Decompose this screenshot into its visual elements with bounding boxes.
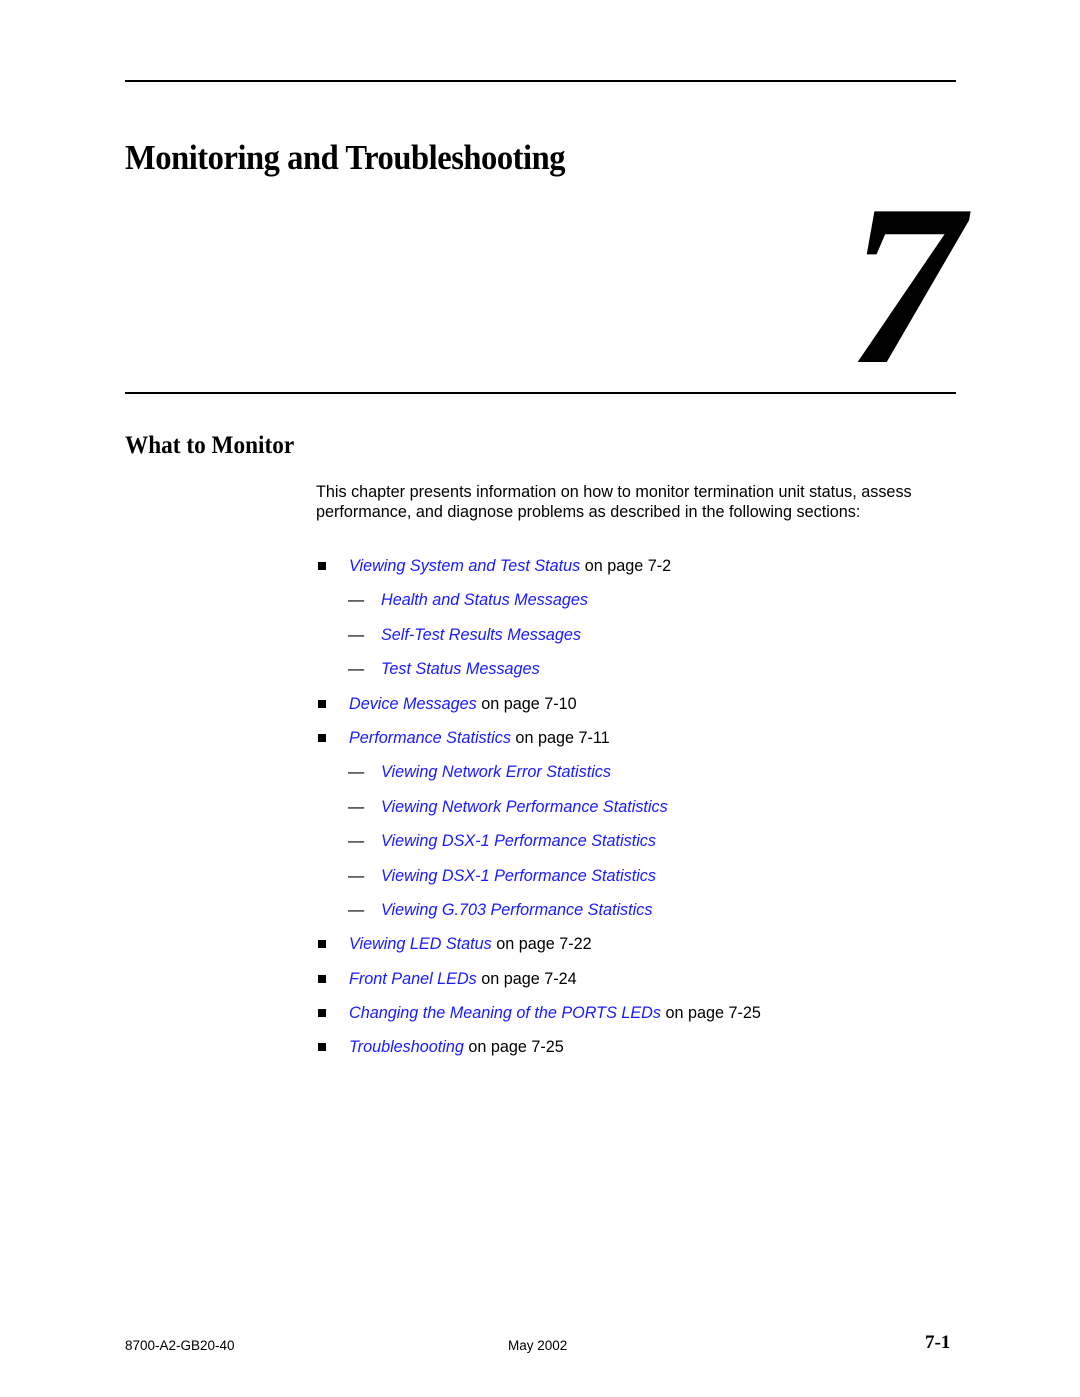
chapter-number: 7 <box>848 157 963 412</box>
intro-paragraph: This chapter presents information on how… <box>316 483 912 521</box>
em-dash-icon: — <box>348 900 365 919</box>
publication-date: May 2002 <box>508 1338 568 1353</box>
page-reference: on page 7-2 <box>580 557 672 575</box>
square-bullet-icon <box>318 733 326 742</box>
page-number: 7-1 <box>925 1332 951 1353</box>
toc-link[interactable]: Device Messages <box>349 695 477 713</box>
toc-entry-text: Performance Statistics on page 7-11 <box>349 728 610 748</box>
em-dash-icon: — <box>348 660 365 679</box>
toc-link[interactable]: Viewing Network Error Statistics <box>381 763 611 781</box>
toc-link[interactable]: Performance Statistics <box>349 729 511 747</box>
toc-entry-text: Viewing DSX-1 Performance Statistics <box>381 866 656 886</box>
em-dash-icon: — <box>348 797 365 816</box>
square-bullet-icon <box>318 1009 326 1018</box>
toc-entry-text: Device Messages on page 7-10 <box>349 694 577 714</box>
toc-link[interactable]: Front Panel LEDs <box>349 970 477 988</box>
top-rule <box>125 80 956 82</box>
section-title: What to Monitor <box>125 432 295 459</box>
toc-link[interactable]: Viewing G.703 Performance Statistics <box>381 901 652 919</box>
toc-link[interactable]: Viewing DSX-1 Performance Statistics <box>381 832 656 850</box>
toc-link[interactable]: Viewing System and Test Status <box>349 557 580 575</box>
page-reference: on page 7-11 <box>510 728 610 747</box>
toc-link[interactable]: Health and Status Messages <box>381 591 588 609</box>
toc-entry-text: Health and Status Messages <box>381 590 588 610</box>
toc-entry-text: Viewing Network Error Statistics <box>381 762 611 782</box>
toc-entry-text: Viewing G.703 Performance Statistics <box>381 900 652 920</box>
toc-link[interactable]: Viewing DSX-1 Performance Statistics <box>381 867 656 885</box>
toc-link[interactable]: Viewing Network Performance Statistics <box>381 798 668 816</box>
toc-link[interactable]: Self-Test Results Messages <box>381 626 581 644</box>
toc-entry-text: Viewing DSX-1 Performance Statistics <box>381 831 656 851</box>
toc-entry-text: Viewing System and Test Status on page 7… <box>349 556 671 576</box>
em-dash-icon: — <box>348 866 365 885</box>
toc-entry-text: Front Panel LEDs on page 7-24 <box>349 969 577 989</box>
document-number: 8700-A2-GB20-40 <box>125 1338 235 1353</box>
em-dash-icon: — <box>348 625 365 644</box>
toc-link[interactable]: Troubleshooting <box>349 1038 464 1056</box>
toc-entry-text: Troubleshooting on page 7-25 <box>349 1037 564 1057</box>
em-dash-icon: — <box>348 763 365 782</box>
toc-entry-text: Test Status Messages <box>381 659 540 679</box>
page-reference: on page 7-24 <box>476 969 577 988</box>
section-rule <box>125 392 956 394</box>
chapter-title: Monitoring and Troubleshooting <box>125 138 566 177</box>
em-dash-icon: — <box>348 591 365 610</box>
toc-link[interactable]: Changing the Meaning of the PORTS LEDs <box>349 1004 661 1022</box>
page-reference: on page 7-10 <box>476 694 577 713</box>
toc-entry-text: Changing the Meaning of the PORTS LEDs o… <box>349 1003 761 1023</box>
toc-entry-text: Viewing LED Status on page 7-22 <box>349 934 592 954</box>
square-bullet-icon <box>318 562 326 570</box>
square-bullet-icon <box>318 940 326 949</box>
em-dash-icon: — <box>348 832 365 851</box>
toc-entry-text: Self-Test Results Messages <box>381 625 581 645</box>
square-bullet-icon <box>318 699 326 708</box>
toc-entry-text: Viewing Network Performance Statistics <box>381 797 668 817</box>
square-bullet-icon <box>318 1043 326 1052</box>
square-bullet-icon <box>318 974 326 983</box>
toc-link[interactable]: Test Status Messages <box>381 660 540 678</box>
page-reference: on page 7-25 <box>463 1038 564 1057</box>
page-reference: on page 7-22 <box>491 935 592 954</box>
toc-link[interactable]: Viewing LED Status <box>349 935 492 953</box>
page-reference: on page 7-25 <box>660 1004 761 1023</box>
